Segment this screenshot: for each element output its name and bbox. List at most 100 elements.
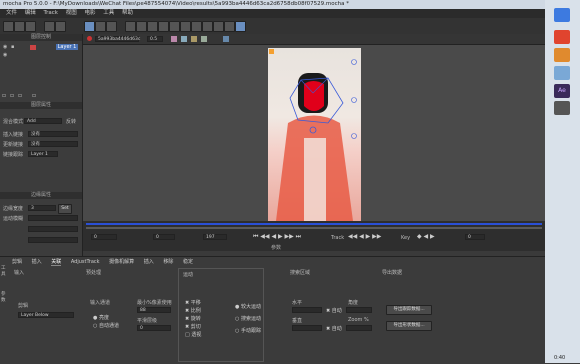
timeline-scrub[interactable] [86,227,542,229]
export-tracking-button[interactable]: 导出跟踪数据... [386,305,432,315]
undo-icon[interactable] [44,21,55,32]
menu-help[interactable]: 帮助 [122,10,133,16]
tracking-overlay[interactable] [268,48,361,221]
zoom-tool-icon[interactable] [106,21,117,32]
overlay-icon[interactable] [191,36,197,42]
vertical-input[interactable] [292,325,322,331]
search-motion-radio[interactable]: ○ 搜索运动 [235,315,261,322]
add-layer-icon[interactable]: ▫ [2,92,6,99]
playback-controls[interactable]: ⏮ ◀◀ ◀ ▶ ▶▶ ⏭ [253,233,301,241]
tab-insert-2[interactable]: 插入 [144,258,154,265]
add-point-icon[interactable] [202,21,213,32]
edge-width-input[interactable]: 3 [28,205,56,211]
add-xspline-tool-icon[interactable] [136,21,147,32]
motion-scale-checkbox[interactable]: ✖ 比例 [185,307,201,314]
side-tab-params[interactable]: 参数 [1,291,9,303]
edge-field-3[interactable] [28,237,78,243]
start-button-icon[interactable] [554,8,570,22]
tab-adjusttrack[interactable]: AdjustTrack [71,259,100,265]
app-icon-3[interactable] [554,66,570,80]
keyframe-controls[interactable]: ◆ ◀ ▶ [417,233,435,240]
layer-name[interactable]: Layer 1 [56,44,78,50]
layer-row-2[interactable]: ◉ [0,52,82,59]
zoom-auto-checkbox[interactable]: ✖ 自动 [326,325,342,332]
ellipse-tool-icon[interactable] [169,21,180,32]
horizontal-input[interactable] [292,307,322,313]
lock-icon[interactable]: ▪ [11,44,14,51]
tab-camera-solve[interactable]: 摄像机解算 [109,258,134,265]
channel-auto-radio[interactable]: ○ 自动通道 [93,322,119,329]
after-effects-icon[interactable]: Ae [554,84,570,98]
menu-movie[interactable]: 电影 [84,10,95,16]
frame-start-input[interactable]: 0 [91,234,117,240]
frame-end-input[interactable]: 197 [203,234,227,240]
select-tool-icon[interactable] [84,21,95,32]
add-bezier-tool-icon[interactable] [158,21,169,32]
link-in-select[interactable]: 没有 [28,131,78,137]
edit-point-icon[interactable] [213,21,224,32]
view-mode-icon[interactable] [181,36,187,42]
clip-select[interactable]: Layer Below [18,312,74,318]
tab-remove[interactable]: 移除 [163,258,173,265]
rect-tool-icon[interactable] [180,21,191,32]
invert-checkbox[interactable]: 反转 [66,118,76,125]
layer-color-icon[interactable] [30,45,36,50]
link-out-select[interactable]: 没有 [28,141,78,147]
layer-row[interactable]: ◉ ▪ Layer 1 [0,44,82,51]
min-pixels-input[interactable]: 88 [137,307,171,313]
timeline-track[interactable] [86,223,542,225]
app-icon-1[interactable] [554,30,570,44]
new-project-icon[interactable] [3,21,14,32]
edge-set-button[interactable]: Set [58,204,72,214]
redo-icon[interactable] [55,21,66,32]
channel-luminance-radio[interactable]: ● 亮度 [93,314,109,321]
tab-stabilize[interactable]: 稳定 [183,258,193,265]
edge-field-2[interactable] [28,226,78,232]
magnet-tool-icon[interactable] [191,21,202,32]
duplicate-layer-icon[interactable]: ▫ [10,92,14,99]
horizontal-auto-checkbox[interactable]: ✖ 自动 [326,307,342,314]
large-motion-radio[interactable]: ● 较大运动 [235,303,261,310]
motion-perspective-checkbox[interactable]: □ 透视 [185,331,201,338]
menu-view[interactable]: 视图 [66,10,77,16]
save-project-icon[interactable] [25,21,36,32]
frame-current-input[interactable]: 0 [153,234,175,240]
frame-value-input[interactable]: 0 [465,234,485,240]
visibility-icon[interactable]: ◉ [3,44,7,51]
motion-translate-checkbox[interactable]: ✖ 平移 [185,299,201,306]
angle-input[interactable] [346,307,372,313]
grid-icon[interactable] [201,36,207,42]
motion-shear-checkbox[interactable]: ✖ 剪切 [185,323,201,330]
link-track-select[interactable]: Layer 1 [28,151,58,157]
bezier-tool-icon[interactable] [147,21,158,32]
zoom-select[interactable]: 0.5 [147,36,163,42]
app-icon-2[interactable] [554,48,570,62]
surface-tool-icon[interactable] [235,21,246,32]
view-toggle-icon[interactable] [171,36,177,42]
menu-track[interactable]: Track [44,10,58,16]
motion-blur-field[interactable] [28,215,78,221]
open-project-icon[interactable] [14,21,25,32]
mesh-icon[interactable] [223,36,229,42]
manual-track-radio[interactable]: ○ 手动跟踪 [235,327,261,334]
xspline-tool-icon[interactable] [125,21,136,32]
move-tool-icon[interactable] [224,21,235,32]
pan-tool-icon[interactable] [95,21,106,32]
tab-clip[interactable]: 剪辑 [12,258,22,265]
tab-insert[interactable]: 插入 [32,258,42,265]
group-layer-icon[interactable]: ▫ [32,92,36,99]
menu-file[interactable]: 文件 [6,10,17,16]
video-frame[interactable] [268,48,361,221]
track-controls[interactable]: ◀◀ ◀ ▶ ▶▶ [348,233,381,240]
clip-select[interactable]: 5a993ba4446d63c [95,36,140,42]
blend-mode-select[interactable]: Add [24,118,62,124]
tab-track[interactable]: 关联 [51,258,62,266]
record-icon[interactable] [87,36,92,41]
visibility-icon[interactable]: ◉ [3,52,7,59]
motion-rotate-checkbox[interactable]: ✖ 旋转 [185,315,201,322]
delete-layer-icon[interactable]: ▫ [18,92,22,99]
menu-edit[interactable]: 编辑 [25,10,36,16]
app-icon-5[interactable] [554,101,570,115]
export-shape-button[interactable]: 导出形状数据... [386,321,432,331]
smooth-input[interactable]: 0 [137,325,171,331]
